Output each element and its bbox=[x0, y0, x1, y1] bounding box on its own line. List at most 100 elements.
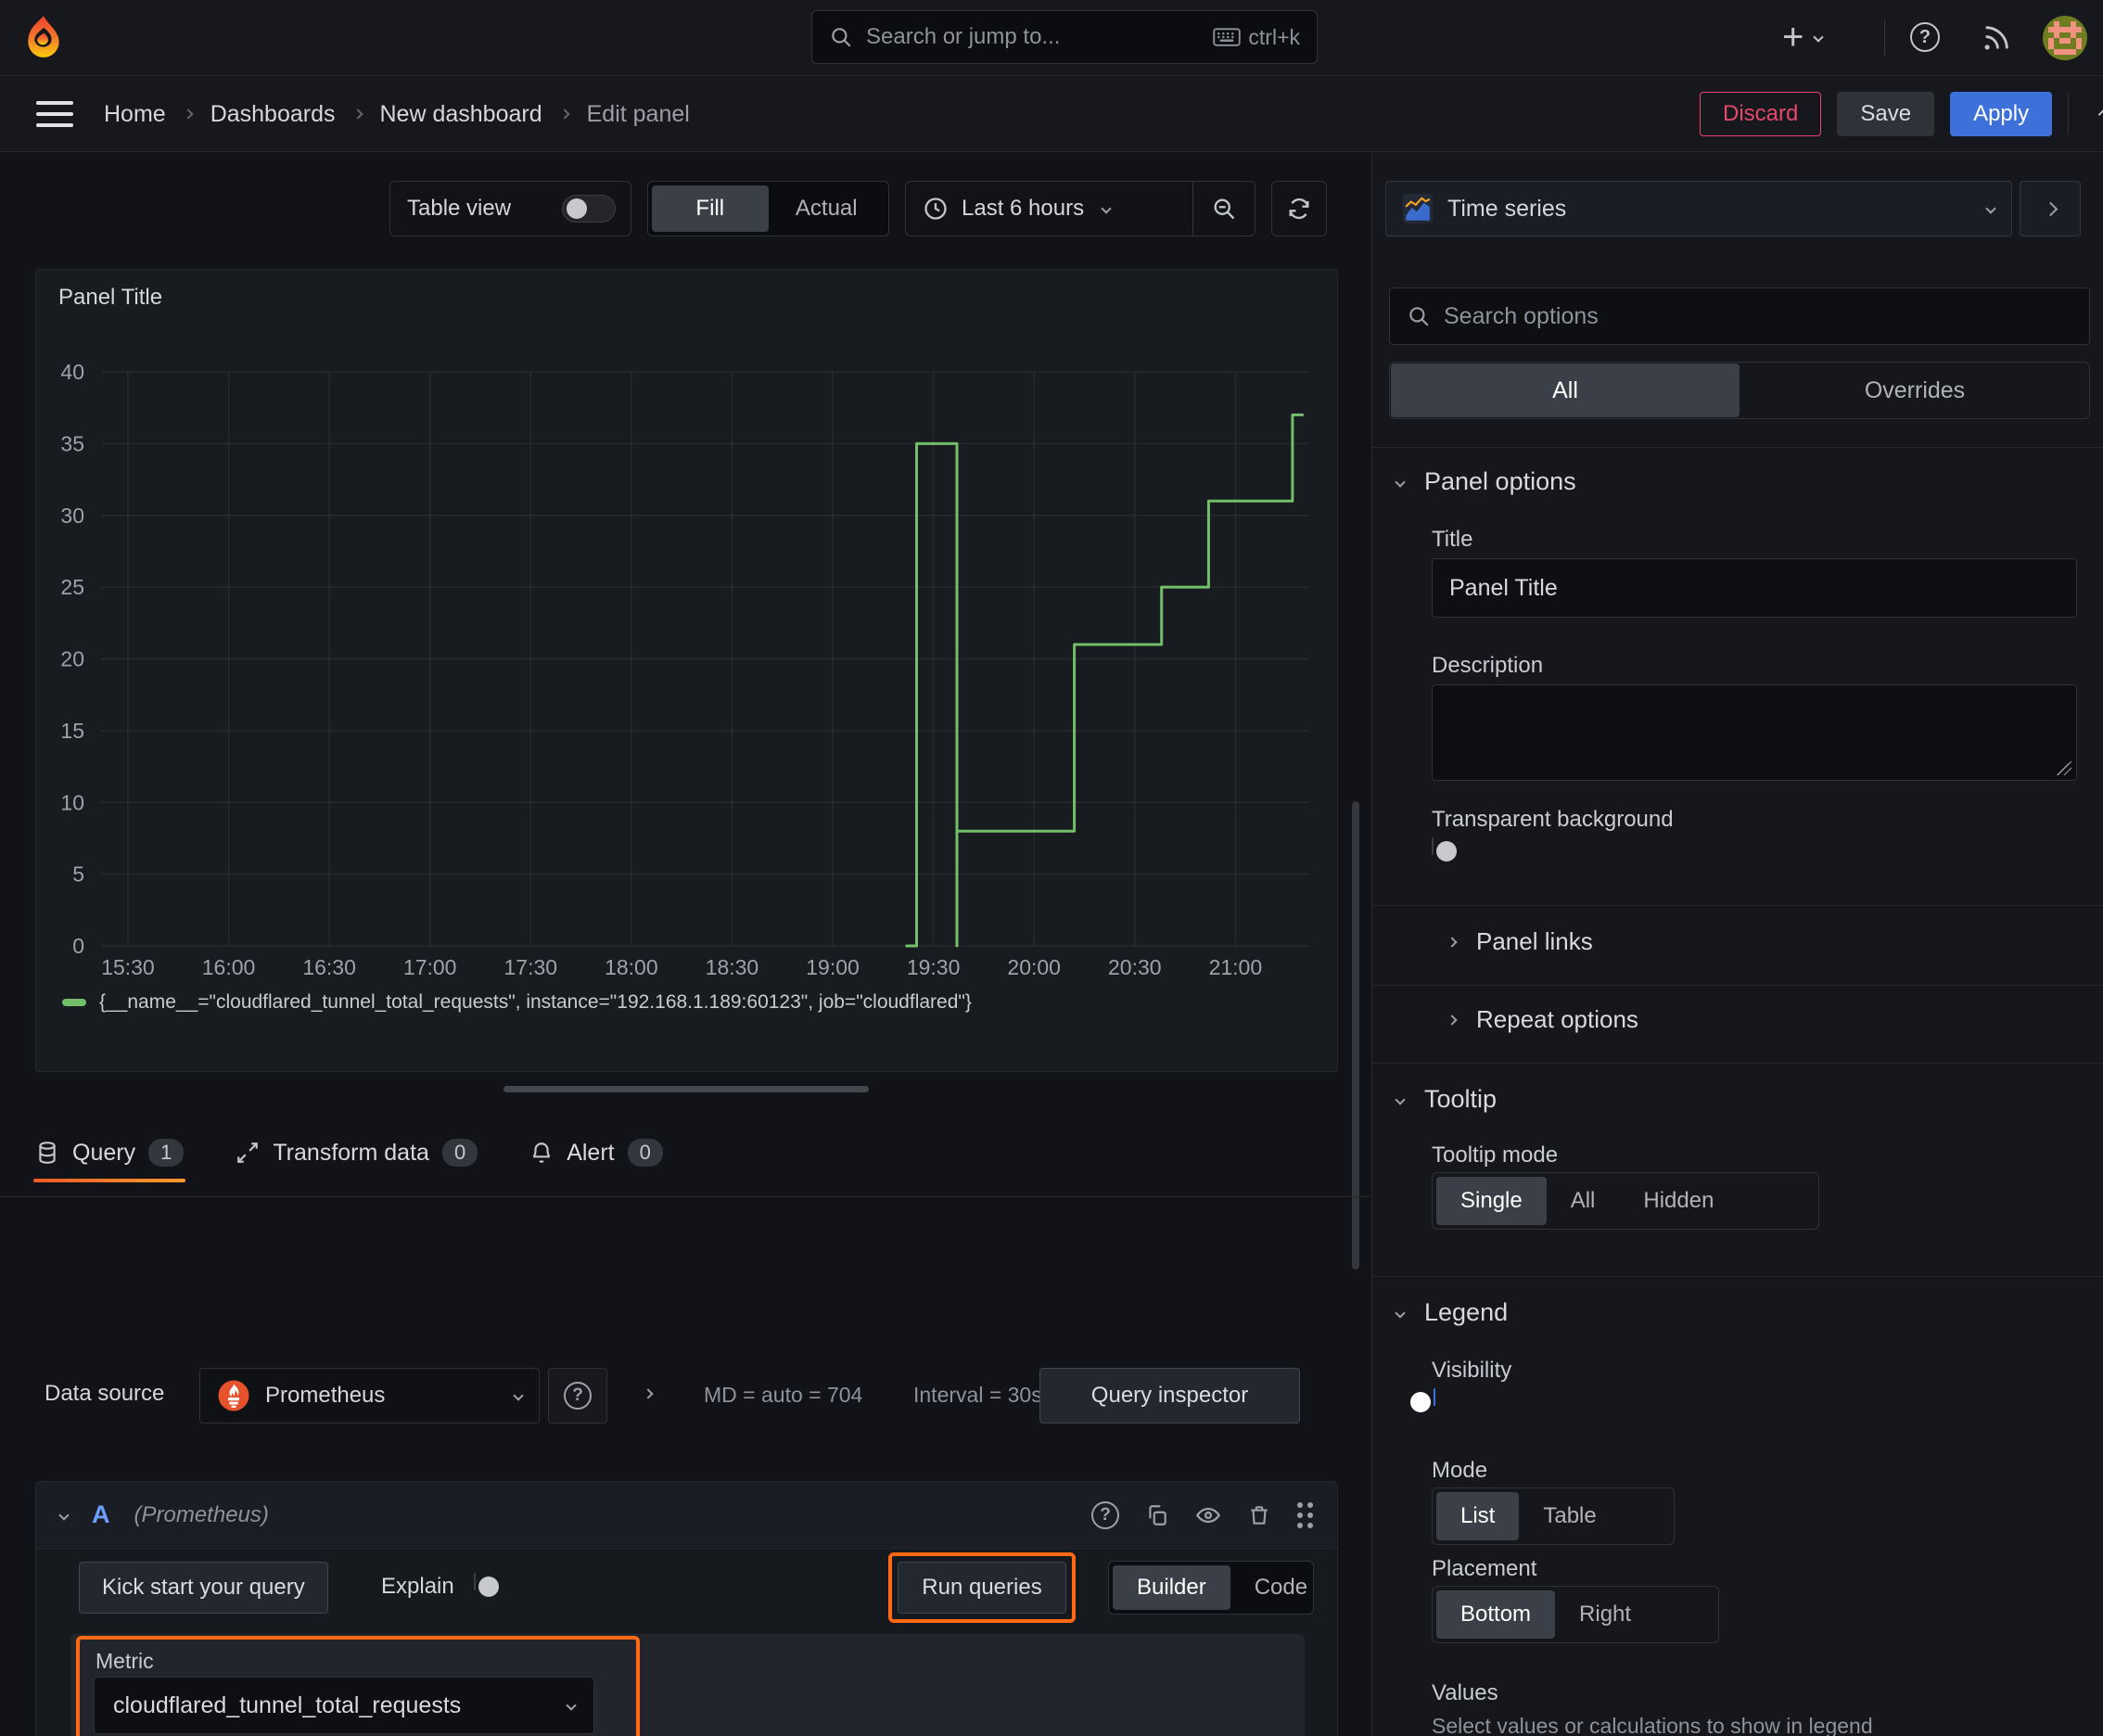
tooltip-all-option[interactable]: All bbox=[1547, 1177, 1620, 1225]
refresh-button[interactable] bbox=[1271, 181, 1327, 236]
tab-overrides[interactable]: Overrides bbox=[1740, 363, 2089, 418]
svg-text:19:00: 19:00 bbox=[806, 955, 860, 979]
visualization-picker[interactable]: Time series bbox=[1385, 181, 2012, 236]
query-count-badge: 1 bbox=[148, 1139, 185, 1167]
table-view-toggle[interactable] bbox=[562, 195, 616, 223]
tooltip-section-header[interactable]: Tooltip bbox=[1395, 1085, 1497, 1114]
refresh-icon bbox=[1286, 196, 1312, 222]
global-search-input[interactable]: Search or jump to... ctrl+k bbox=[811, 10, 1318, 64]
fill-option[interactable]: Fill bbox=[652, 185, 769, 232]
builder-option[interactable]: Builder bbox=[1113, 1565, 1230, 1610]
transparent-background-toggle[interactable] bbox=[1432, 837, 1457, 862]
kick-start-query-button[interactable]: Kick start your query bbox=[79, 1562, 328, 1614]
drag-handle-icon[interactable] bbox=[1297, 1501, 1313, 1528]
svg-text:16:30: 16:30 bbox=[302, 955, 356, 979]
tooltip-single-option[interactable]: Single bbox=[1436, 1177, 1547, 1225]
datasource-picker[interactable]: Prometheus bbox=[199, 1368, 540, 1423]
search-placeholder: Search or jump to... bbox=[866, 24, 1061, 49]
plus-icon: + bbox=[1782, 17, 1804, 57]
svg-text:20:30: 20:30 bbox=[1108, 955, 1162, 979]
tab-all[interactable]: All bbox=[1391, 364, 1740, 417]
toggle-viz-suggestions-button[interactable] bbox=[2020, 181, 2081, 236]
tooltip-hidden-option[interactable]: Hidden bbox=[1619, 1177, 1738, 1225]
description-textarea[interactable] bbox=[1432, 684, 2077, 781]
panel-options-title: Panel options bbox=[1424, 467, 1576, 495]
tab-transform-data[interactable]: Transform data 0 bbox=[236, 1139, 478, 1167]
panel-links-section[interactable]: Panel links bbox=[1447, 927, 1593, 956]
query-row-header[interactable]: A (Prometheus) ? bbox=[36, 1482, 1337, 1549]
explain-label: Explain bbox=[381, 1574, 454, 1599]
panel-options-section-header[interactable]: Panel options bbox=[1395, 467, 1576, 496]
chart-panel[interactable]: Panel Title 0 5 10 15 20 25 30 35 40 15:30 16:00 16… bbox=[35, 269, 1338, 1072]
help-button[interactable]: ? bbox=[1910, 22, 1940, 52]
chevron-down-icon[interactable] bbox=[58, 1509, 70, 1521]
svg-text:0: 0 bbox=[72, 934, 84, 958]
series-color-dash bbox=[62, 999, 86, 1006]
placement-bottom-option[interactable]: Bottom bbox=[1436, 1590, 1556, 1639]
timeseries-chart: 0 5 10 15 20 25 30 35 40 15:30 16:00 16:30 17:00 17:3… bbox=[60, 360, 1309, 979]
legend-mode-switch: List Table bbox=[1432, 1487, 1675, 1545]
chevron-down-icon bbox=[513, 1390, 524, 1401]
svg-text:18:30: 18:30 bbox=[706, 955, 759, 979]
tab-transform-label: Transform data bbox=[273, 1139, 429, 1166]
datasource-help-button[interactable]: ? bbox=[548, 1368, 607, 1423]
svg-text:15: 15 bbox=[60, 719, 84, 743]
apply-button[interactable]: Apply bbox=[1950, 92, 2053, 136]
new-menu-button[interactable]: + bbox=[1782, 17, 1825, 57]
datasource-label: Data source bbox=[45, 1381, 165, 1406]
actual-option[interactable]: Actual bbox=[769, 185, 886, 232]
tooltip-mode-switch: Single All Hidden bbox=[1432, 1172, 1819, 1230]
avatar[interactable] bbox=[2043, 16, 2087, 60]
svg-text:5: 5 bbox=[72, 862, 84, 887]
search-icon bbox=[829, 25, 853, 49]
eye-icon[interactable] bbox=[1195, 1502, 1221, 1528]
legend-list-option[interactable]: List bbox=[1436, 1492, 1520, 1540]
placement-right-option[interactable]: Right bbox=[1555, 1590, 1655, 1639]
legend-visibility-toggle[interactable] bbox=[1410, 1388, 1435, 1412]
repeat-options-section[interactable]: Repeat options bbox=[1447, 1005, 1638, 1034]
help-icon[interactable]: ? bbox=[1091, 1500, 1119, 1529]
tab-alert-label: Alert bbox=[567, 1139, 615, 1166]
vertical-scrollbar[interactable] bbox=[1352, 801, 1359, 1270]
trash-icon[interactable] bbox=[1247, 1503, 1271, 1527]
time-picker: Last 6 hours bbox=[905, 181, 1255, 236]
time-range-button[interactable]: Last 6 hours bbox=[906, 196, 1192, 222]
breadcrumb-dashboards[interactable]: Dashboards bbox=[210, 101, 336, 128]
tab-alert[interactable]: Alert 0 bbox=[529, 1139, 663, 1167]
grafana-logo-icon[interactable] bbox=[22, 15, 65, 61]
series-label: {__name__="cloudflared_tunnel_total_requ… bbox=[99, 991, 972, 1013]
tab-query-label: Query bbox=[72, 1139, 136, 1166]
chevron-right-icon[interactable] bbox=[643, 1388, 654, 1399]
values-label: Values bbox=[1432, 1680, 1498, 1705]
resize-handle-icon[interactable] bbox=[2057, 760, 2071, 775]
zoom-out-button[interactable] bbox=[1193, 182, 1255, 236]
query-inspector-button[interactable]: Query inspector bbox=[1039, 1368, 1300, 1423]
legend-item[interactable]: {__name__="cloudflared_tunnel_total_requ… bbox=[62, 991, 972, 1014]
chevron-down-icon bbox=[1101, 203, 1112, 214]
save-button[interactable]: Save bbox=[1837, 92, 1935, 136]
help-icon: ? bbox=[1910, 22, 1940, 52]
panel-title-input[interactable] bbox=[1432, 558, 2077, 618]
options-search-input[interactable]: Search options bbox=[1389, 287, 2090, 345]
tabs-divider bbox=[0, 1196, 1370, 1197]
time-range-label: Last 6 hours bbox=[962, 196, 1085, 221]
legend-table-option[interactable]: Table bbox=[1519, 1492, 1620, 1540]
breadcrumb-home[interactable]: Home bbox=[104, 101, 166, 128]
topbar-divider bbox=[1884, 19, 1885, 57]
copy-icon[interactable] bbox=[1145, 1503, 1169, 1527]
keyboard-icon bbox=[1213, 28, 1242, 46]
metric-select[interactable]: cloudflared_tunnel_total_requests bbox=[94, 1677, 594, 1734]
code-option[interactable]: Code bbox=[1230, 1565, 1332, 1610]
legend-section-header[interactable]: Legend bbox=[1395, 1298, 1508, 1327]
collapse-button[interactable] bbox=[2084, 107, 2103, 121]
discard-button[interactable]: Discard bbox=[1700, 92, 1822, 136]
horizontal-scrollbar[interactable] bbox=[503, 1086, 869, 1092]
tab-query[interactable]: Query 1 bbox=[32, 1139, 186, 1182]
datasource-name: Prometheus bbox=[265, 1383, 386, 1408]
news-button[interactable] bbox=[1981, 22, 2012, 54]
svg-text:10: 10 bbox=[60, 790, 84, 814]
run-queries-button[interactable]: Run queries bbox=[898, 1562, 1066, 1614]
menu-icon[interactable] bbox=[36, 101, 73, 127]
explain-toggle[interactable] bbox=[474, 1573, 499, 1597]
breadcrumb-new-dashboard[interactable]: New dashboard bbox=[380, 101, 542, 128]
